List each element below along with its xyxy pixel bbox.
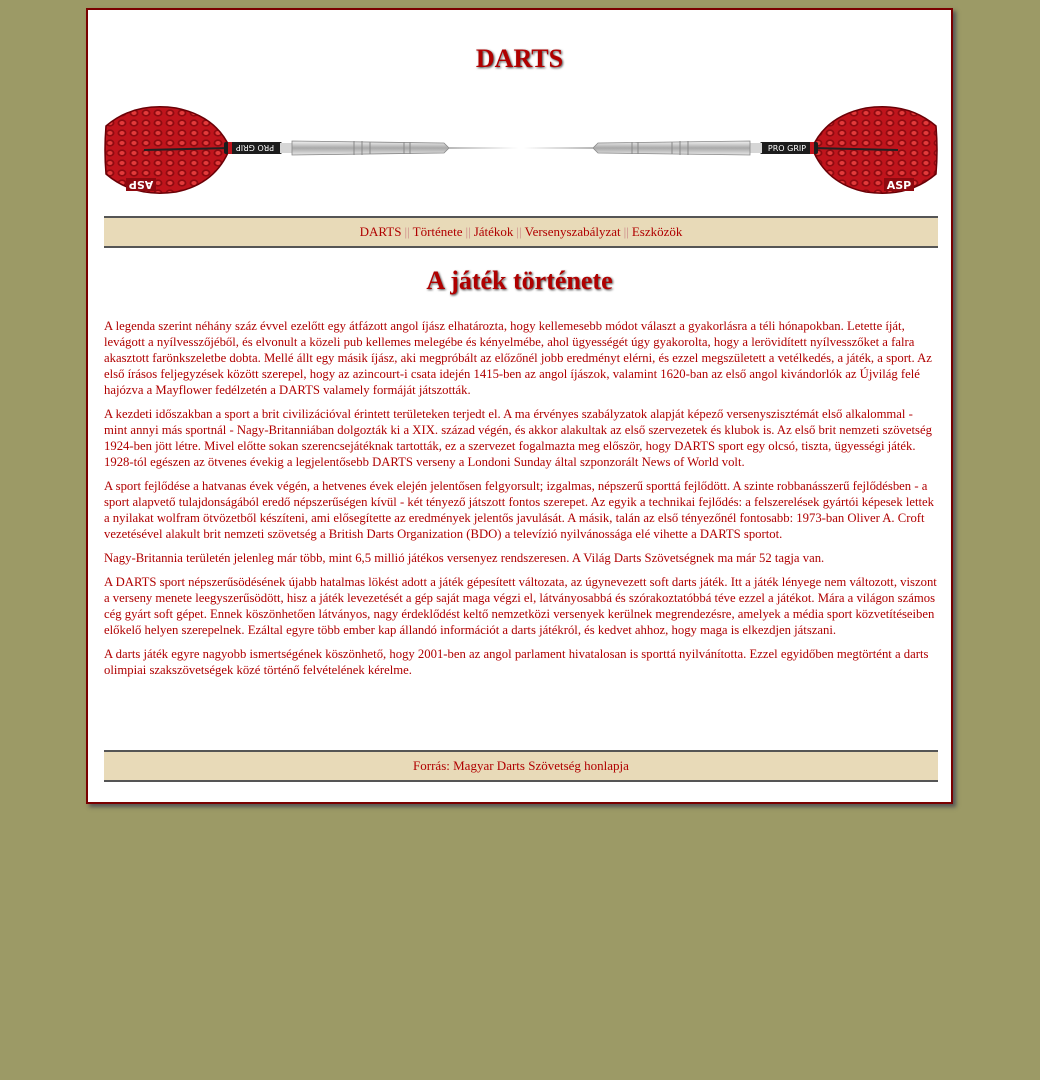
- right-grip-label: PRO GRIP: [768, 144, 806, 153]
- page-container: DARTS ASP PRO GRIP ASP PRO GRIP DARTS ||…: [86, 8, 953, 804]
- site-title: DARTS: [475, 44, 564, 73]
- paragraph: A DARTS sport népszerűsödésének újabb ha…: [104, 575, 937, 637]
- darts-banner-image: ASP PRO GRIP ASP PRO GRIP: [104, 106, 938, 194]
- paragraph: A legenda szerint néhány száz évvel ezel…: [104, 319, 932, 397]
- left-grip-label: PRO GRIP: [236, 143, 274, 152]
- nav-link-eszkozok[interactable]: Eszközök: [632, 224, 683, 239]
- nav-link-tortenete[interactable]: Története: [413, 224, 463, 239]
- nav-separator: ||: [623, 224, 629, 239]
- page-heading: A játék története: [426, 266, 613, 295]
- right-flight-logo: ASP: [887, 179, 912, 192]
- nav-separator: ||: [465, 224, 471, 239]
- paragraph: A kezdeti időszakban a sport a brit civi…: [104, 407, 932, 469]
- nav-separator: ||: [516, 224, 522, 239]
- paragraph: A darts játék egyre nagyobb ismertségéne…: [104, 647, 929, 677]
- paragraph: A sport fejlődése a hatvanas évek végén,…: [104, 479, 935, 541]
- left-dart-icon: ASP PRO GRIP: [104, 106, 519, 194]
- article-content: A legenda szerint néhány száz évvel ezel…: [104, 318, 938, 686]
- source-footer: Forrás: Magyar Darts Szövetség honlapja: [104, 750, 938, 782]
- nav-link-jatekok[interactable]: Játékok: [474, 224, 514, 239]
- left-flight-logo: ASP: [129, 178, 154, 191]
- right-dart-icon: ASP PRO GRIP: [523, 106, 938, 194]
- nav-bar: DARTS || Története || Játékok || Versenyszabál…: [104, 216, 938, 248]
- nav-separator: ||: [404, 224, 410, 239]
- nav-link-darts[interactable]: DARTS: [360, 224, 402, 239]
- paragraph: Nagy-Britannia területén jelenleg már tö…: [104, 551, 825, 565]
- nav-link-versenyszabalyzat[interactable]: Versenyszabályzat: [525, 224, 621, 239]
